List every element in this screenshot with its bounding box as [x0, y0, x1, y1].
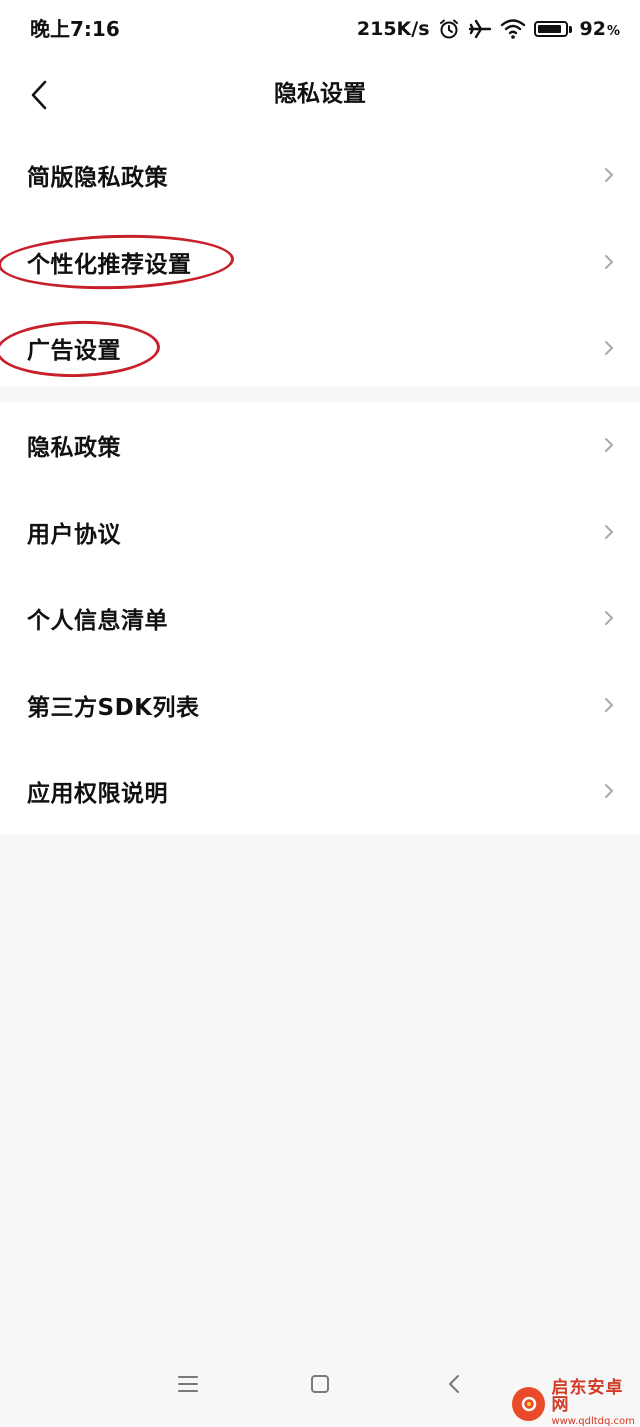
home-square-icon — [311, 1375, 329, 1393]
battery-icon — [533, 21, 572, 37]
status-right-group: 215K/s 92% — [357, 14, 620, 44]
page-title: 隐私设置 — [274, 81, 366, 107]
battery-fill — [537, 25, 562, 33]
settings-row-personal-info-list[interactable]: 个人信息清单 — [0, 575, 640, 662]
chevron-right-icon — [605, 438, 613, 453]
chevron-right-icon — [605, 697, 613, 712]
battery-percent-group: 92% — [580, 18, 620, 40]
menu-button[interactable] — [168, 1364, 208, 1404]
home-button[interactable] — [300, 1364, 340, 1404]
menu-icon — [178, 1376, 198, 1392]
header: 隐私设置 — [0, 58, 640, 132]
wifi-icon — [500, 18, 526, 40]
settings-row-ad-settings[interactable]: 广告设置 — [0, 305, 640, 392]
watermark-url: www.qdltdq.com — [551, 1416, 635, 1427]
chevron-right-icon — [605, 254, 613, 269]
settings-row-privacy-policy[interactable]: 隐私政策 — [0, 402, 640, 489]
watermark: 启东安卓网 www.qdltdq.com — [512, 1380, 640, 1427]
status-time: 晚上7:16 — [30, 17, 120, 41]
back-button[interactable] — [14, 70, 64, 120]
settings-row-personalized-recommendation[interactable]: 个性化推荐设置 — [0, 219, 640, 306]
nav-back-button[interactable] — [434, 1364, 474, 1404]
settings-row-app-permissions[interactable]: 应用权限说明 — [0, 748, 640, 835]
row-label: 广告设置 — [27, 338, 121, 365]
chevron-right-icon — [605, 784, 613, 799]
battery-cap — [568, 25, 572, 33]
chevron-left-icon — [31, 80, 47, 110]
chevron-right-icon — [605, 524, 613, 539]
settings-group-documents: 隐私政策 用户协议 个人信息清单 第三方SDK列表 应用权限说明 — [0, 402, 640, 834]
battery-percent-sign: % — [606, 24, 620, 39]
alarm-icon — [438, 18, 460, 40]
row-label: 隐私政策 — [27, 435, 121, 462]
row-label: 个人信息清单 — [27, 608, 168, 635]
row-label: 简版隐私政策 — [27, 165, 168, 192]
watermark-text: 启东安卓网 www.qdltdq.com — [551, 1380, 640, 1427]
watermark-name: 启东安卓网 — [551, 1378, 624, 1415]
settings-row-simple-privacy-policy[interactable]: 简版隐私政策 — [0, 132, 640, 219]
back-triangle-icon — [449, 1375, 459, 1393]
row-label: 个性化推荐设置 — [27, 251, 192, 278]
settings-row-user-agreement[interactable]: 用户协议 — [0, 489, 640, 576]
battery-percent: 92 — [579, 18, 606, 40]
chevron-right-icon — [605, 611, 613, 626]
row-label: 第三方SDK列表 — [27, 694, 200, 721]
airplane-icon — [468, 18, 492, 40]
status-bar: 晚上7:16 215K/s 92% — [0, 0, 640, 58]
watermark-logo-icon — [512, 1386, 546, 1421]
row-label: 用户协议 — [27, 521, 121, 548]
settings-row-third-party-sdk-list[interactable]: 第三方SDK列表 — [0, 662, 640, 749]
row-label: 应用权限说明 — [27, 781, 168, 808]
network-speed: 215K/s — [356, 18, 430, 40]
chevron-right-icon — [605, 168, 613, 183]
battery-body — [533, 21, 568, 37]
settings-group-primary: 简版隐私政策 个性化推荐设置 广告设置 — [0, 132, 640, 387]
chevron-right-icon — [605, 341, 613, 356]
